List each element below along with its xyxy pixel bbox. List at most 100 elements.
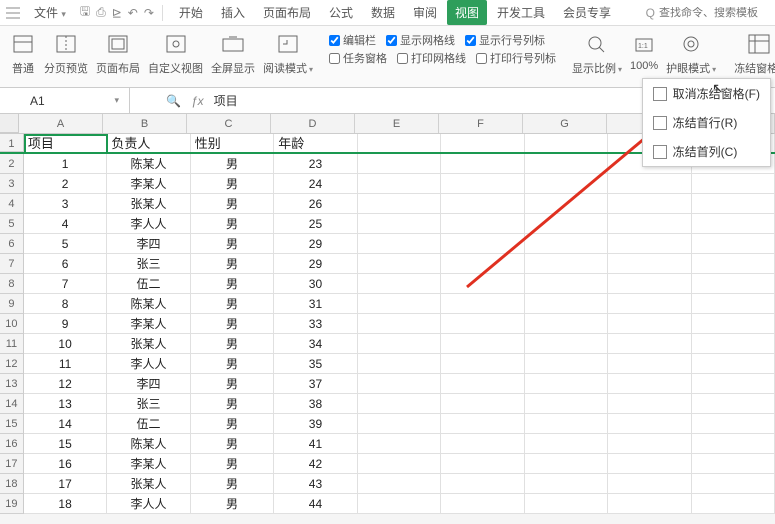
- cell[interactable]: 伍二: [107, 414, 190, 434]
- cell[interactable]: 29: [274, 234, 357, 254]
- cell[interactable]: [358, 354, 441, 374]
- cell[interactable]: [358, 394, 441, 414]
- cell[interactable]: 男: [191, 194, 274, 214]
- fx-icon[interactable]: ƒx: [191, 94, 204, 108]
- name-box[interactable]: A1 ▾: [20, 88, 130, 113]
- cell[interactable]: 29: [274, 254, 357, 274]
- magnifier-icon[interactable]: 🔍: [166, 94, 181, 108]
- col-head-E[interactable]: E: [355, 114, 439, 133]
- row-head-6[interactable]: 6: [0, 234, 24, 254]
- cell[interactable]: [692, 334, 775, 354]
- tab-开始[interactable]: 开始: [171, 0, 211, 25]
- cell[interactable]: [692, 354, 775, 374]
- check-编辑栏[interactable]: 编辑栏: [329, 32, 376, 48]
- cell[interactable]: 2: [24, 174, 107, 194]
- cell[interactable]: [608, 314, 691, 334]
- row-head-15[interactable]: 15: [0, 414, 24, 434]
- cell[interactable]: [608, 254, 691, 274]
- cell[interactable]: [525, 374, 608, 394]
- cell[interactable]: [608, 494, 691, 514]
- cell[interactable]: 男: [191, 374, 274, 394]
- cell[interactable]: [692, 214, 775, 234]
- cell[interactable]: 男: [191, 434, 274, 454]
- cell[interactable]: [525, 294, 608, 314]
- row-head-16[interactable]: 16: [0, 434, 24, 454]
- redo-icon[interactable]: ↷: [144, 6, 154, 20]
- check-显示行号列标[interactable]: 显示行号列标: [465, 32, 545, 48]
- cell[interactable]: [358, 134, 441, 152]
- cell[interactable]: [525, 454, 608, 474]
- check-任务窗格[interactable]: 任务窗格: [329, 50, 387, 66]
- cell[interactable]: 男: [191, 414, 274, 434]
- cell[interactable]: 男: [191, 454, 274, 474]
- cell[interactable]: [358, 414, 441, 434]
- cell[interactable]: 项目: [24, 134, 107, 152]
- view-分页预览[interactable]: 分页预览: [40, 30, 92, 76]
- cell[interactable]: [692, 434, 775, 454]
- cell[interactable]: 4: [24, 214, 107, 234]
- row-head-19[interactable]: 19: [0, 494, 24, 514]
- row-head-4[interactable]: 4: [0, 194, 24, 214]
- cell[interactable]: 14: [24, 414, 107, 434]
- cell[interactable]: [441, 374, 524, 394]
- cell[interactable]: 负责人: [107, 134, 190, 152]
- cell[interactable]: [692, 374, 775, 394]
- cell[interactable]: [525, 474, 608, 494]
- cell[interactable]: 男: [191, 474, 274, 494]
- cell[interactable]: [608, 414, 691, 434]
- formula-value[interactable]: 项目: [214, 92, 238, 109]
- cell[interactable]: [441, 134, 524, 152]
- cell[interactable]: 39: [274, 414, 357, 434]
- cell[interactable]: [358, 374, 441, 394]
- cell[interactable]: 1: [24, 154, 107, 174]
- cell[interactable]: [441, 394, 524, 414]
- cell[interactable]: 33: [274, 314, 357, 334]
- cell[interactable]: 男: [191, 174, 274, 194]
- col-head-G[interactable]: G: [523, 114, 607, 133]
- cell[interactable]: [358, 174, 441, 194]
- cell[interactable]: [525, 274, 608, 294]
- cell[interactable]: [525, 134, 608, 152]
- cell[interactable]: 陈某人: [107, 434, 190, 454]
- cell[interactable]: 李四: [107, 374, 190, 394]
- cell[interactable]: 44: [274, 494, 357, 514]
- view-全屏显示[interactable]: 全屏显示: [207, 30, 259, 76]
- cell[interactable]: 伍二: [107, 274, 190, 294]
- cell[interactable]: 10: [24, 334, 107, 354]
- cell[interactable]: 陈某人: [107, 154, 190, 174]
- view-阅读模式[interactable]: 阅读模式▾: [259, 30, 317, 76]
- zoom-显示比例[interactable]: 显示比例▾: [568, 30, 626, 76]
- cell[interactable]: [358, 474, 441, 494]
- cell[interactable]: 41: [274, 434, 357, 454]
- cell[interactable]: 李人人: [107, 354, 190, 374]
- row-head-12[interactable]: 12: [0, 354, 24, 374]
- cell[interactable]: [441, 154, 524, 174]
- cell[interactable]: 43: [274, 474, 357, 494]
- chevron-down-icon[interactable]: ▾: [114, 95, 119, 106]
- cell[interactable]: [692, 294, 775, 314]
- cell[interactable]: 李某人: [107, 174, 190, 194]
- cell[interactable]: [608, 274, 691, 294]
- zoom-护眼模式[interactable]: 护眼模式▾: [662, 30, 720, 76]
- cell[interactable]: 男: [191, 494, 274, 514]
- cell[interactable]: [692, 494, 775, 514]
- cell[interactable]: [692, 254, 775, 274]
- cell[interactable]: [608, 474, 691, 494]
- cell[interactable]: [358, 234, 441, 254]
- row-head-7[interactable]: 7: [0, 254, 24, 274]
- cell[interactable]: [441, 434, 524, 454]
- cell[interactable]: [608, 394, 691, 414]
- cell[interactable]: [441, 494, 524, 514]
- cell[interactable]: 24: [274, 174, 357, 194]
- cell[interactable]: [608, 294, 691, 314]
- col-head-A[interactable]: A: [19, 114, 103, 133]
- cell[interactable]: 11: [24, 354, 107, 374]
- cell[interactable]: [692, 314, 775, 334]
- print-icon[interactable]: ⎙: [96, 5, 106, 20]
- cell[interactable]: [525, 334, 608, 354]
- cell[interactable]: 张三: [107, 254, 190, 274]
- cell[interactable]: [441, 414, 524, 434]
- cell[interactable]: [358, 214, 441, 234]
- cell[interactable]: [441, 454, 524, 474]
- cell[interactable]: 男: [191, 354, 274, 374]
